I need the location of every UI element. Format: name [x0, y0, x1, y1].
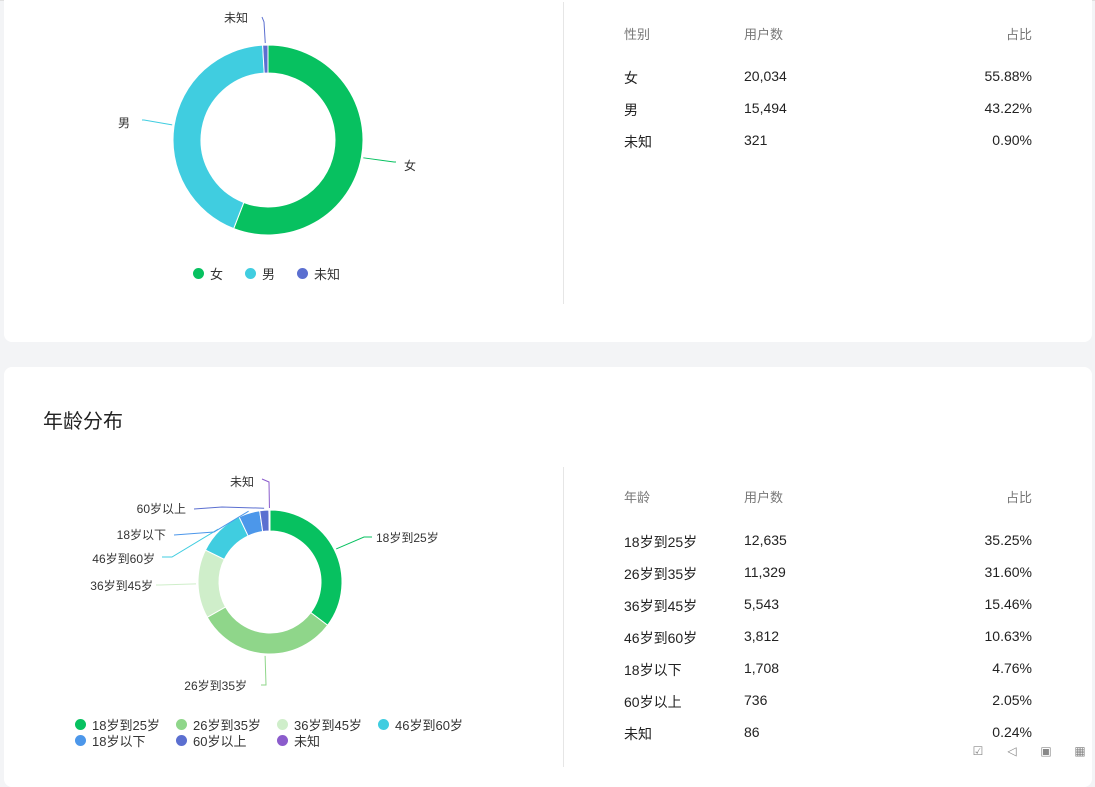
- col-header-age: 年龄: [624, 490, 651, 505]
- legend-dot: [75, 719, 86, 730]
- legend-dot: [277, 719, 288, 730]
- legend-label: 男: [262, 267, 276, 282]
- age-card: 年龄分布 18岁到25岁 26岁到35岁 36岁到45岁 46岁到60岁 18岁以下 60…: [4, 367, 1092, 787]
- clipboard-icon[interactable]: ▣: [1039, 745, 1053, 757]
- row-pct: 35.25%: [984, 532, 1032, 548]
- legend-item-over-60[interactable]: 60岁以上: [176, 731, 246, 750]
- statusbar: ☑ ◁ ▣ ▦: [971, 743, 1087, 757]
- legend-item-under-18[interactable]: 18岁以下: [75, 731, 145, 750]
- row-label: 女: [624, 70, 638, 86]
- row-count: 15,494: [744, 100, 787, 116]
- legend-dot: [193, 268, 204, 279]
- gender-card: 女男未知 女 男 未知 性别 用户数 占比 女 20,034 55.88% 男 …: [4, 0, 1092, 342]
- col-header-ratio: 占比: [1005, 490, 1032, 505]
- legend-item-unknown[interactable]: 未知: [297, 264, 340, 283]
- legend-label: 60岁以上: [193, 734, 247, 749]
- card-divider: [563, 467, 564, 767]
- legend-dot: [277, 735, 288, 746]
- row-pct: 43.22%: [984, 100, 1032, 116]
- legend-dot: [297, 268, 308, 279]
- row-label: 未知: [624, 134, 652, 150]
- age-table: 年龄 用户数 占比 18岁到25岁 12,635 35.25% 26岁到35岁 …: [624, 487, 1034, 747]
- row-pct: 4.76%: [992, 660, 1032, 676]
- row-count: 5,543: [744, 596, 780, 612]
- row-count: 11,329: [744, 564, 786, 580]
- row-label: 36岁到45岁: [624, 598, 698, 614]
- row-label: 未知: [624, 726, 652, 742]
- age-legend: 18岁到25岁 26岁到35岁 36岁到45岁 46岁到60岁 18岁以下 60…: [4, 367, 554, 767]
- col-header-ratio: 占比: [1005, 27, 1032, 42]
- row-count: 3,812: [744, 628, 780, 644]
- row-pct: 55.88%: [984, 68, 1032, 84]
- col-header-gender: 性别: [624, 27, 651, 42]
- legend-dot: [245, 268, 256, 279]
- legend-dot: [378, 719, 389, 730]
- row-label: 60岁以上: [624, 694, 682, 710]
- legend-item-female[interactable]: 女: [193, 264, 223, 283]
- row-label: 26岁到35岁: [624, 566, 698, 582]
- legend-dot: [176, 735, 187, 746]
- row-pct: 31.60%: [984, 564, 1032, 580]
- col-header-users: 用户数: [744, 490, 784, 505]
- row-count: 20,034: [744, 68, 787, 84]
- row-label: 18岁以下: [624, 662, 682, 678]
- row-count: 1,708: [744, 660, 780, 676]
- gender-legend: 女 男 未知: [4, 0, 554, 292]
- row-pct: 10.63%: [984, 628, 1032, 644]
- legend-item-unknown[interactable]: 未知: [277, 731, 320, 750]
- check-icon[interactable]: ☑: [971, 745, 985, 757]
- row-count: 736: [744, 692, 768, 708]
- row-label: 男: [624, 102, 638, 118]
- legend-label: 18岁以下: [92, 734, 146, 749]
- row-label: 46岁到60岁: [624, 630, 698, 646]
- row-pct: 2.05%: [992, 692, 1032, 708]
- row-pct: 15.46%: [984, 596, 1032, 612]
- card-divider: [563, 2, 564, 304]
- legend-label: 46岁到60岁: [395, 718, 463, 733]
- row-count: 321: [744, 132, 768, 148]
- legend-label: 女: [210, 267, 224, 282]
- legend-dot: [75, 735, 86, 746]
- col-header-users: 用户数: [744, 27, 784, 42]
- gender-table: 性别 用户数 占比 女 20,034 55.88% 男 15,494 43.22…: [624, 24, 1034, 174]
- row-pct: 0.90%: [992, 132, 1032, 148]
- legend-item-46-60[interactable]: 46岁到60岁: [378, 715, 463, 734]
- row-count: 86: [744, 724, 760, 740]
- speaker-icon[interactable]: ◁: [1005, 745, 1019, 757]
- grid-icon[interactable]: ▦: [1073, 745, 1087, 757]
- legend-label: 未知: [294, 734, 321, 749]
- row-label: 18岁到25岁: [624, 534, 698, 550]
- row-count: 12,635: [744, 532, 787, 548]
- legend-item-male[interactable]: 男: [245, 264, 275, 283]
- legend-dot: [176, 719, 187, 730]
- row-pct: 0.24%: [992, 724, 1032, 740]
- legend-label: 未知: [314, 267, 341, 282]
